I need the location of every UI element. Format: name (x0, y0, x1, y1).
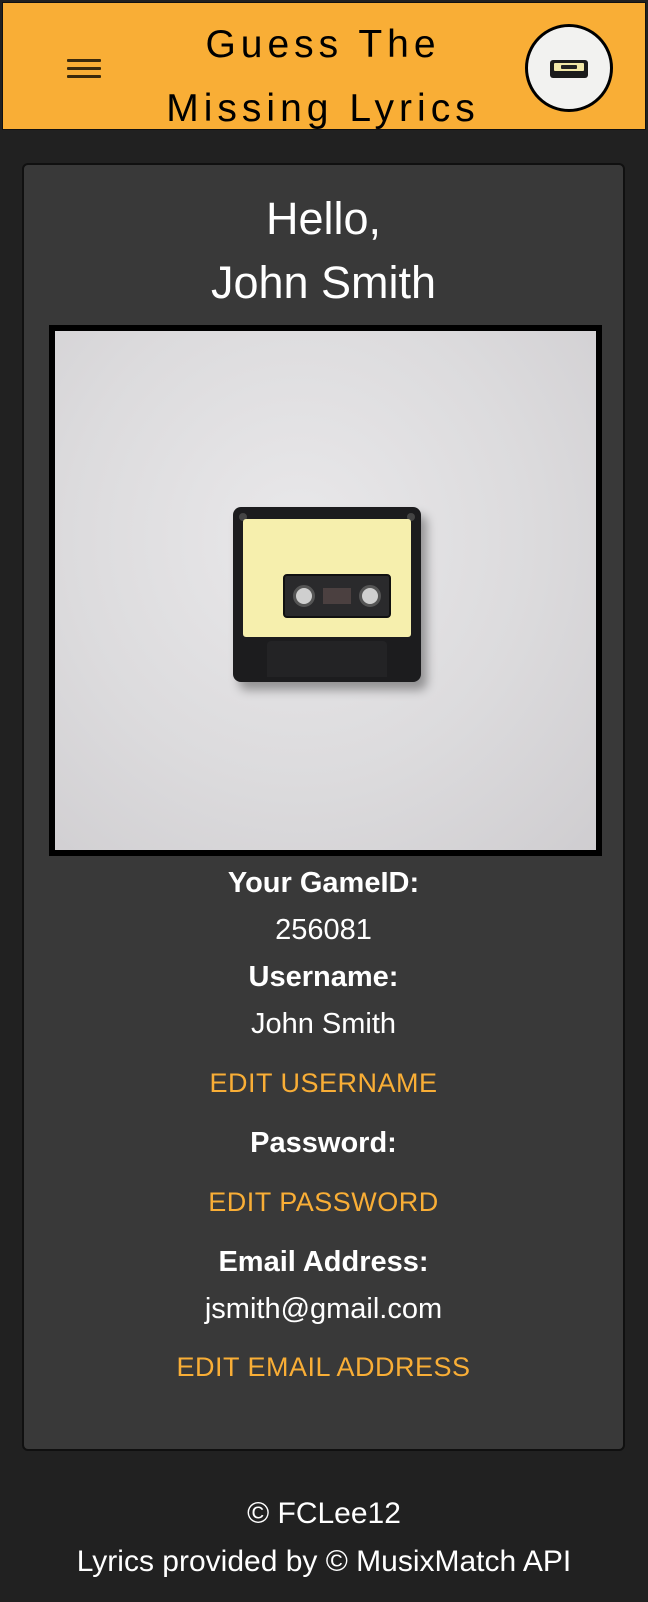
username-label: Username: (248, 961, 399, 993)
copyright-text: © FCLee12 (247, 1497, 401, 1530)
greeting-hello: Hello, (265, 193, 382, 244)
reel-icon (293, 585, 315, 607)
edit-username-button[interactable]: EDIT USERNAME (24, 1068, 623, 1099)
cassette-label (243, 519, 411, 637)
avatar[interactable] (525, 24, 613, 112)
cassette-icon (550, 60, 588, 78)
email-value: jsmith@gmail.com (204, 1293, 443, 1325)
reel-icon (359, 585, 381, 607)
username-value: John Smith (250, 1008, 397, 1040)
app-title-line1: Guess The (205, 23, 441, 66)
menu-line (67, 67, 101, 70)
greeting: Hello, John Smith (24, 187, 623, 315)
hamburger-menu-icon[interactable] (65, 56, 103, 82)
gameid-label: Your GameID: (227, 867, 420, 899)
tape-strip (323, 588, 351, 604)
app-bar: Guess The Missing Lyrics (2, 2, 646, 130)
cassette-bottom (267, 641, 387, 677)
menu-line (67, 59, 101, 62)
edit-email-button[interactable]: EDIT EMAIL ADDRESS (24, 1352, 623, 1383)
app-title-line2: Missing Lyrics (166, 87, 480, 130)
cassette-window (283, 574, 391, 618)
email-label: Email Address: (218, 1246, 429, 1278)
menu-line (67, 75, 101, 78)
musixmatch-credit: Lyrics provided by © MusixMatch API (76, 1545, 572, 1578)
app-title: Guess The Missing Lyrics (123, 13, 523, 141)
profile-card: Hello, John Smith Your GameID: 256081 Us… (22, 163, 625, 1451)
gameid-value: 256081 (275, 914, 372, 946)
password-label: Password: (250, 1127, 397, 1159)
profile-image (49, 325, 602, 856)
edit-password-button[interactable]: EDIT PASSWORD (24, 1187, 623, 1218)
greeting-name: John Smith (210, 257, 437, 308)
cassette-tape-image (55, 331, 596, 850)
cassette-icon (233, 507, 421, 682)
